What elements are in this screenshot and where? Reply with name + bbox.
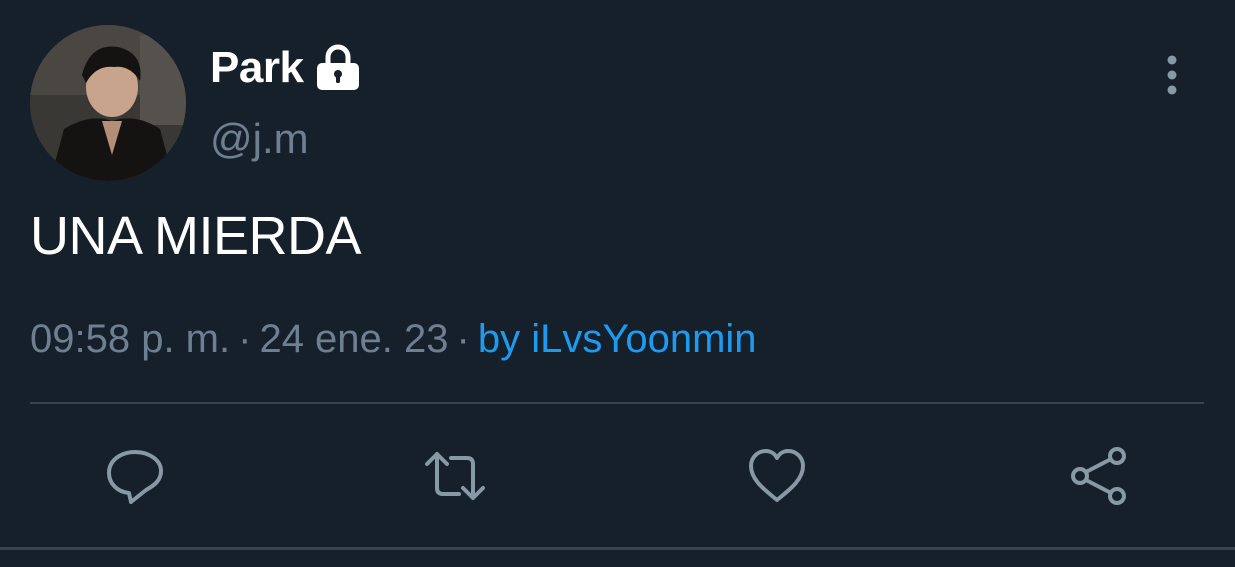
tweet-detail: Park @j.m UNA MIERDA 09:58 p. m. · 24 ene.… [0, 0, 1235, 567]
tweet-text: UNA MIERDA [30, 206, 362, 266]
meta-separator: · [456, 317, 470, 361]
meta-separator: · [238, 317, 252, 361]
more-options-icon[interactable] [1150, 52, 1194, 98]
reply-icon [107, 450, 163, 504]
share-button[interactable] [1067, 444, 1131, 508]
user-handle[interactable]: @j.m [210, 115, 309, 163]
tweet-time: 09:58 p. m. [30, 317, 231, 361]
bottom-divider [0, 547, 1235, 550]
tweet-source-link[interactable]: by iLvsYoonmin [478, 317, 757, 361]
avatar[interactable] [30, 25, 186, 181]
display-name[interactable]: Park [210, 43, 304, 93]
display-name-row: Park [210, 40, 361, 96]
lock-icon [315, 44, 361, 92]
like-button[interactable] [745, 444, 809, 508]
divider [30, 402, 1204, 404]
reply-button[interactable] [103, 444, 167, 508]
retweet-button[interactable] [423, 444, 487, 508]
tweet-meta: 09:58 p. m. · 24 ene. 23 · by iLvsYoonmin [30, 317, 757, 362]
share-icon [1071, 447, 1126, 505]
avatar-photo [30, 25, 186, 181]
retweet-icon [425, 452, 485, 500]
tweet-date: 24 ene. 23 [259, 317, 449, 361]
heart-icon [749, 449, 805, 502]
